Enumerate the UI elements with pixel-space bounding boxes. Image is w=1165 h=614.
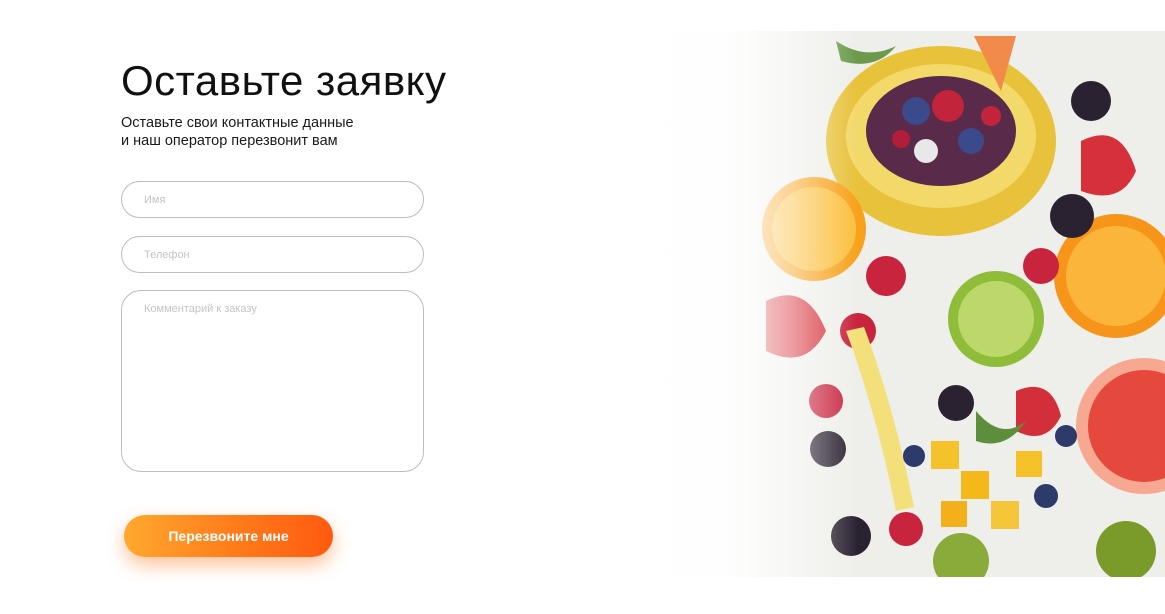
subtitle-line-1: Оставьте свои контактные данные bbox=[121, 115, 354, 131]
name-input[interactable] bbox=[121, 181, 424, 218]
subtitle-line-2: и наш оператор перезвонит вам bbox=[121, 133, 338, 149]
phone-input[interactable] bbox=[121, 236, 424, 273]
comment-textarea[interactable] bbox=[121, 290, 424, 472]
fruit-platter-illustration bbox=[596, 31, 1165, 577]
form-subtitle: Оставьте свои контактные данные и наш оп… bbox=[121, 114, 541, 150]
callback-form: Оставьте заявку Оставьте свои контактные… bbox=[121, 56, 541, 557]
fruit-platter-image bbox=[596, 31, 1165, 577]
callback-request-page: Оставьте заявку Оставьте свои контактные… bbox=[0, 0, 1165, 614]
callback-submit-button[interactable]: Перезвоните мне bbox=[124, 515, 333, 557]
page-title: Оставьте заявку bbox=[121, 57, 447, 104]
